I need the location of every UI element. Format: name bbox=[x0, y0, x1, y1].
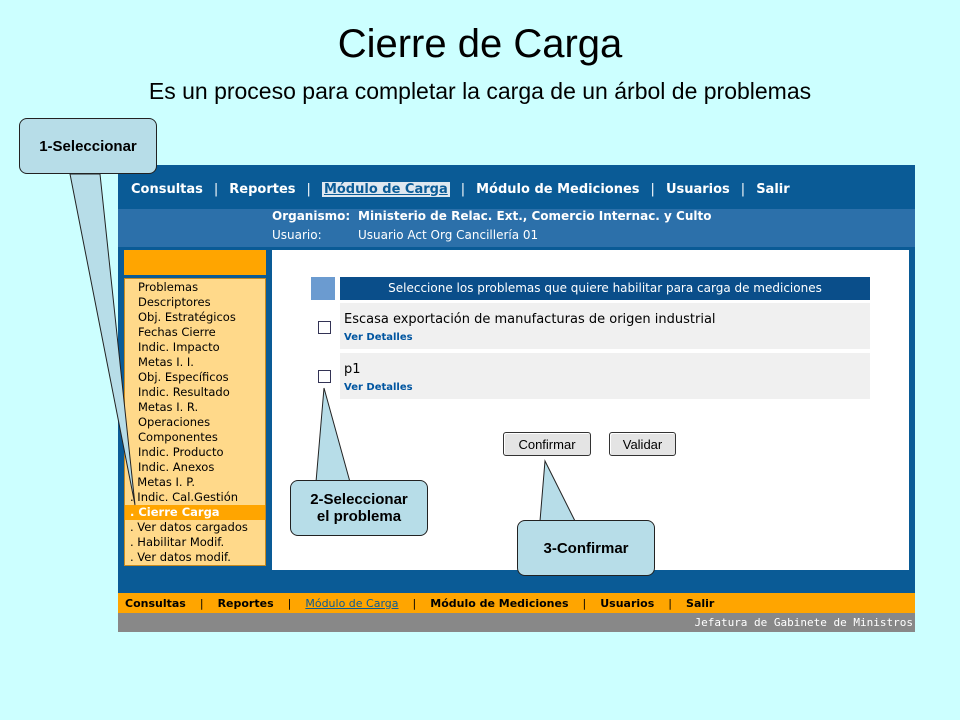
bottom-nav-salir[interactable]: Salir bbox=[686, 597, 714, 610]
nav-separator: | bbox=[740, 181, 746, 197]
left-menu: Problemas Descriptores Obj. Estratégicos Fe… bbox=[124, 278, 266, 566]
nav-usuarios[interactable]: Usuarios bbox=[666, 182, 730, 197]
left-menu-item[interactable]: Indic. Anexos bbox=[125, 460, 265, 475]
bottom-nav-consultas[interactable]: Consultas bbox=[125, 597, 186, 610]
user-value: Usuario Act Org Cancillería 01 bbox=[358, 228, 539, 242]
nav-separator: | bbox=[306, 181, 311, 197]
problem-name: p1 bbox=[344, 362, 361, 377]
left-menu-item[interactable]: . Ver datos modif. bbox=[125, 550, 265, 565]
bottom-nav: Consultas | Reportes | Módulo de Carga |… bbox=[118, 593, 915, 613]
left-menu-item[interactable]: . Indic. Cal.Gestión bbox=[125, 490, 265, 505]
nav-separator: | bbox=[213, 181, 219, 197]
left-menu-item[interactable]: . Cierre Carga bbox=[125, 505, 265, 520]
left-menu-item[interactable]: Obj. Estratégicos bbox=[125, 310, 265, 325]
problem-checkbox[interactable] bbox=[318, 370, 331, 383]
panel-header: Seleccione los problemas que quiere habi… bbox=[340, 277, 870, 300]
nav-separator: | bbox=[582, 596, 587, 610]
problem-row: p1 Ver Detalles bbox=[340, 353, 870, 399]
problem-checkbox[interactable] bbox=[318, 321, 331, 334]
nav-separator: | bbox=[199, 596, 204, 610]
callout-step-2-line1: 2-Seleccionar bbox=[310, 491, 408, 508]
user-label: Usuario: bbox=[272, 228, 322, 242]
bottom-nav-modulo-mediciones[interactable]: Módulo de Mediciones bbox=[430, 597, 568, 610]
nav-modulo-carga[interactable]: Módulo de Carga bbox=[321, 181, 450, 197]
left-menu-item[interactable]: . Metas I. P. bbox=[125, 475, 265, 490]
slide-title: Cierre de Carga bbox=[337, 22, 623, 66]
nav-separator: | bbox=[668, 596, 673, 610]
nav-modulo-mediciones[interactable]: Módulo de Mediciones bbox=[476, 182, 639, 197]
panel-header-box bbox=[311, 277, 335, 300]
left-menu-item[interactable]: Indic. Resultado bbox=[125, 385, 265, 400]
left-menu-item[interactable]: Metas I. I. bbox=[125, 355, 265, 370]
callout-step-2-line2: el problema bbox=[316, 508, 402, 525]
callout-step-3: 3-Confirmar bbox=[517, 520, 655, 576]
org-label: Organismo: bbox=[272, 209, 351, 223]
left-menu-item[interactable]: Metas I. R. bbox=[125, 400, 265, 415]
left-menu-item[interactable]: Problemas bbox=[125, 280, 265, 295]
nav-separator: | bbox=[412, 596, 417, 610]
nav-separator: | bbox=[287, 596, 292, 610]
left-menu-item[interactable]: Operaciones bbox=[125, 415, 265, 430]
left-menu-item[interactable]: Fechas Cierre bbox=[125, 325, 265, 340]
slide-subtitle: Es un proceso para completar la carga de… bbox=[148, 78, 812, 104]
nav-reportes[interactable]: Reportes bbox=[229, 182, 295, 197]
bottom-nav-usuarios[interactable]: Usuarios bbox=[600, 597, 654, 610]
left-menu-item[interactable]: . Habilitar Modif. bbox=[125, 535, 265, 550]
nav-consultas[interactable]: Consultas bbox=[131, 182, 203, 197]
nav-separator: | bbox=[460, 181, 466, 197]
callout-step-2: 2-Seleccionar el problema bbox=[290, 480, 428, 536]
org-value: Ministerio de Relac. Ext., Comercio Inte… bbox=[358, 209, 712, 223]
problem-name: Escasa exportación de manufacturas de or… bbox=[344, 312, 716, 327]
ver-detalles-link[interactable]: Ver Detalles bbox=[344, 382, 413, 393]
left-menu-item[interactable]: Componentes bbox=[125, 430, 265, 445]
org-header: Organismo: Ministerio de Relac. Ext., Co… bbox=[118, 209, 915, 247]
left-menu-header bbox=[124, 250, 266, 275]
app-footer: Jefatura de Gabinete de Ministros bbox=[118, 613, 915, 632]
top-nav: Consultas | Reportes | Módulo de Carga |… bbox=[118, 170, 915, 208]
nav-salir[interactable]: Salir bbox=[756, 182, 789, 197]
left-menu-item[interactable]: Indic. Producto bbox=[125, 445, 265, 460]
left-menu-item[interactable]: . Ver datos cargados bbox=[125, 520, 265, 535]
left-menu-item[interactable]: Indic. Impacto bbox=[125, 340, 265, 355]
callout-step-1: 1-Seleccionar bbox=[19, 118, 157, 174]
confirm-button[interactable]: Confirmar bbox=[503, 432, 591, 456]
validate-button[interactable]: Validar bbox=[609, 432, 676, 456]
left-menu-item[interactable]: Descriptores bbox=[125, 295, 265, 310]
problem-row: Escasa exportación de manufacturas de or… bbox=[340, 303, 870, 349]
nav-separator: | bbox=[650, 181, 655, 197]
left-menu-item[interactable]: Obj. Específicos bbox=[125, 370, 265, 385]
bottom-nav-reportes[interactable]: Reportes bbox=[218, 597, 274, 610]
bottom-nav-modulo-carga[interactable]: Módulo de Carga bbox=[305, 597, 398, 610]
ver-detalles-link[interactable]: Ver Detalles bbox=[344, 332, 413, 343]
